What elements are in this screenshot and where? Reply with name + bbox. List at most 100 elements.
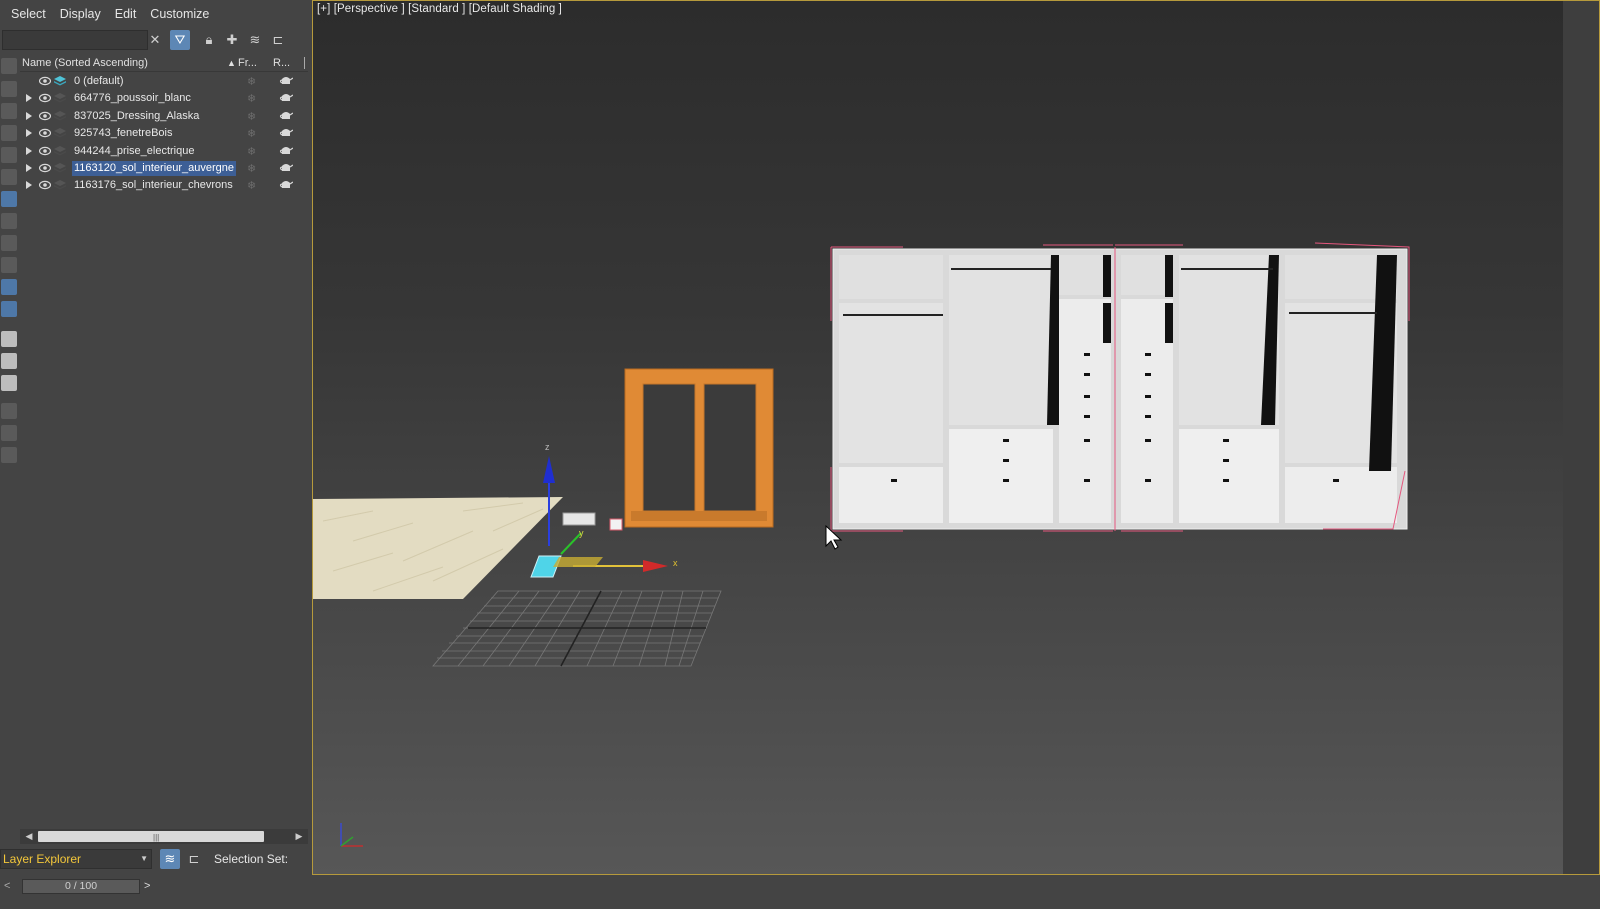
- frozen-icon[interactable]: [1, 279, 17, 295]
- perspective-viewport[interactable]: [+] [Perspective ] [Standard ] [Default …: [312, 0, 1600, 875]
- camera-filter-icon[interactable]: [1, 447, 17, 463]
- time-slider: < 0 / 100 >: [0, 876, 312, 909]
- funnel-icon[interactable]: [1, 403, 17, 419]
- filter-icon[interactable]: ⛛: [170, 30, 190, 50]
- clear-icon[interactable]: ✕: [145, 30, 165, 50]
- layer-name[interactable]: 664776_poussoir_blanc: [72, 91, 193, 106]
- layer-row[interactable]: 1163176_sol_interieur_chevrons ❄︎: [20, 177, 308, 194]
- layer-name[interactable]: 1163120_sol_interieur_auvergne: [72, 161, 237, 176]
- display-none-icon[interactable]: [1, 353, 17, 369]
- layer-icon: [54, 110, 66, 121]
- time-next-button[interactable]: >: [144, 880, 158, 894]
- wooden-window-mesh[interactable]: [624, 368, 774, 528]
- selection-set-label: Selection Set:: [214, 852, 289, 866]
- expand-arrow-icon[interactable]: [26, 181, 32, 190]
- scroll-left-icon[interactable]: ◀: [22, 830, 36, 843]
- renderable-teapot-icon[interactable]: [279, 145, 293, 156]
- visibility-eye-icon[interactable]: [39, 146, 51, 156]
- dressing-wardrobe-mesh[interactable]: [830, 242, 1410, 532]
- visibility-eye-icon[interactable]: [39, 180, 51, 190]
- add-layer-icon[interactable]: ✚: [222, 30, 242, 50]
- home-grid: [432, 590, 722, 667]
- time-prev-button[interactable]: <: [4, 880, 18, 894]
- x-axis-label: x: [673, 558, 678, 568]
- menu-edit[interactable]: Edit: [108, 7, 144, 21]
- hierarchy-icon[interactable]: ⊏: [268, 30, 288, 50]
- scroll-right-icon[interactable]: ▶: [292, 830, 306, 843]
- groups-icon[interactable]: [1, 191, 17, 207]
- freeze-icon[interactable]: ❄︎: [247, 75, 256, 88]
- column-name-header[interactable]: Name (Sorted Ascending): [22, 57, 148, 69]
- containers-icon[interactable]: [1, 257, 17, 273]
- renderable-teapot-icon[interactable]: [279, 110, 293, 121]
- renderable-teapot-icon[interactable]: [279, 75, 293, 86]
- visibility-eye-icon[interactable]: [39, 163, 51, 173]
- visibility-eye-icon[interactable]: [39, 76, 51, 86]
- layer-name[interactable]: 944244_prise_electrique: [72, 144, 196, 159]
- xrefs-icon[interactable]: [1, 213, 17, 229]
- expand-arrow-icon[interactable]: [26, 164, 32, 172]
- sort-by-hierarchy-icon[interactable]: ⊏: [184, 849, 204, 869]
- bones-icon[interactable]: [1, 235, 17, 251]
- display-all-icon[interactable]: [1, 331, 17, 347]
- helpers-icon[interactable]: [1, 147, 17, 163]
- column-render-header[interactable]: R...: [273, 57, 290, 69]
- renderable-teapot-icon[interactable]: [279, 92, 293, 103]
- layer-name[interactable]: 925743_fenetreBois: [72, 126, 174, 141]
- shapes-icon[interactable]: [1, 81, 17, 97]
- freeze-icon[interactable]: ❄︎: [247, 127, 256, 140]
- time-slider-thumb[interactable]: 0 / 100: [22, 879, 140, 894]
- layer-row[interactable]: 944244_prise_electrique ❄︎: [20, 143, 308, 160]
- renderable-teapot-icon[interactable]: [279, 179, 293, 190]
- spacewarps-icon[interactable]: [1, 169, 17, 185]
- layer-row[interactable]: 0 (default) ❄︎: [20, 73, 308, 90]
- invert-display-icon[interactable]: [1, 375, 17, 391]
- layer-name[interactable]: 837025_Dressing_Alaska: [72, 109, 201, 124]
- visibility-eye-icon[interactable]: [39, 93, 51, 103]
- sort-ascending-icon: ▲: [227, 57, 236, 68]
- cameras-icon[interactable]: [1, 125, 17, 141]
- scroll-thumb[interactable]: |||: [38, 831, 264, 842]
- freeze-icon[interactable]: ❄︎: [247, 145, 256, 158]
- column-divider[interactable]: [304, 57, 305, 69]
- filter-funnel-icon[interactable]: [1, 425, 17, 441]
- hidden-icon[interactable]: [1, 301, 17, 317]
- layer-name[interactable]: 0 (default): [72, 74, 126, 89]
- layer-name[interactable]: 1163176_sol_interieur_chevrons: [72, 178, 235, 193]
- view-axis-tripod-icon: [340, 823, 363, 847]
- layer-row[interactable]: 837025_Dressing_Alaska ❄︎: [20, 108, 308, 125]
- expand-arrow-icon[interactable]: [26, 94, 32, 103]
- search-input[interactable]: [2, 30, 148, 50]
- freeze-icon[interactable]: ❄︎: [247, 162, 256, 175]
- lock-icon[interactable]: 🔒︎: [199, 30, 219, 50]
- expand-arrow-icon[interactable]: [26, 111, 32, 120]
- visibility-eye-icon[interactable]: [39, 128, 51, 138]
- freeze-icon[interactable]: ❄︎: [247, 110, 256, 123]
- menu-select[interactable]: Select: [4, 7, 53, 21]
- layer-icon: [54, 145, 66, 156]
- expand-arrow-icon[interactable]: [26, 146, 32, 155]
- menu-display[interactable]: Display: [53, 7, 108, 21]
- renderable-teapot-icon[interactable]: [279, 127, 293, 138]
- layers-icon[interactable]: ≋: [245, 30, 265, 50]
- freeze-icon[interactable]: ❄︎: [247, 179, 256, 192]
- freeze-icon[interactable]: ❄︎: [247, 92, 256, 105]
- menu-customize[interactable]: Customize: [143, 7, 216, 21]
- viewport-edge: [1563, 1, 1599, 874]
- visibility-eye-icon[interactable]: [39, 111, 51, 121]
- expand-arrow-icon[interactable]: [26, 129, 32, 138]
- sort-by-layer-icon[interactable]: ≋: [160, 849, 180, 869]
- horizontal-scrollbar[interactable]: ◀ ||| ▶: [20, 829, 308, 844]
- tree-header: Name (Sorted Ascending) ▲ Fr... R...: [20, 54, 308, 72]
- renderable-teapot-icon[interactable]: [279, 162, 293, 173]
- lights-icon[interactable]: [1, 103, 17, 119]
- explorer-bottom-bar: Layer Explorer ▼ ≋ ⊏ Selection Set:: [0, 848, 312, 870]
- y-axis-label: y: [579, 528, 584, 538]
- layer-row[interactable]: 1163120_sol_interieur_auvergne ❄︎: [20, 160, 308, 177]
- geometry-icon[interactable]: [1, 58, 17, 74]
- column-freeze-header[interactable]: Fr...: [238, 57, 257, 69]
- layer-row[interactable]: 925743_fenetreBois ❄︎: [20, 125, 308, 142]
- explorer-type-dropdown[interactable]: Layer Explorer ▼: [0, 849, 152, 869]
- layer-row[interactable]: 664776_poussoir_blanc ❄︎: [20, 90, 308, 107]
- parquet-floor-mesh[interactable]: [313, 497, 563, 599]
